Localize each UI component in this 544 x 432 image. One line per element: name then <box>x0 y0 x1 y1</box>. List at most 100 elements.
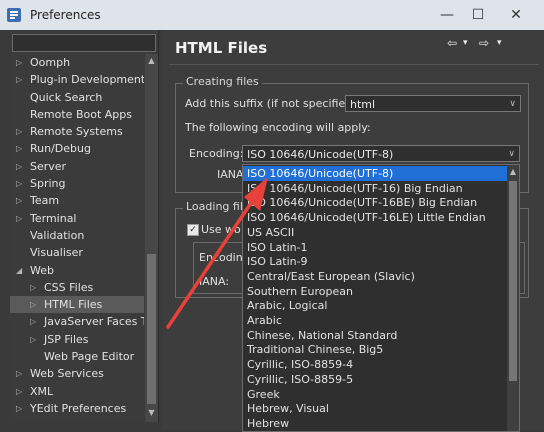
sidebar-item[interactable]: ▷ Server <box>10 158 144 175</box>
forward-arrow-icon[interactable]: ⇨ <box>479 36 489 50</box>
collapsed-arrow-icon[interactable]: ▷ <box>30 331 40 348</box>
collapsed-arrow-icon[interactable]: ▷ <box>16 400 26 417</box>
preferences-app-icon <box>7 8 21 22</box>
close-button[interactable]: ✕ <box>505 4 527 26</box>
sidebar-item[interactable]: ▷ Remote Systems <box>10 123 144 140</box>
suffix-select[interactable]: html ∨ <box>345 95 521 112</box>
sidebar-item-label: XML <box>30 384 54 398</box>
page-title: HTML Files <box>175 39 268 57</box>
sidebar-item[interactable]: ▷ HTML Files <box>10 296 144 314</box>
back-menu-icon[interactable]: ▾ <box>463 38 468 48</box>
sidebar-item[interactable]: ▷ Run/Debug <box>10 140 144 157</box>
sidebar-scrollbar[interactable]: ▲ ▼ <box>145 54 158 422</box>
collapsed-arrow-icon[interactable]: ▷ <box>16 192 26 209</box>
collapsed-arrow-icon[interactable]: ▷ <box>16 140 26 157</box>
scroll-down-icon[interactable]: ▼ <box>145 408 158 420</box>
preferences-sidebar: ▷ Oomph ▷ Plug-in Development Quick Search Re… <box>10 30 159 422</box>
collapsed-arrow-icon[interactable]: ▷ <box>16 210 26 227</box>
sidebar-item[interactable]: ▷ YEdit Preferences <box>10 400 144 417</box>
encoding-option[interactable]: Cyrillic, ISO-8859-4 <box>243 357 509 372</box>
sidebar-item[interactable]: ▷ JavaServer Faces To <box>10 313 144 330</box>
creating-files-legend: Creating files <box>183 75 262 88</box>
preferences-tree: ▷ Oomph ▷ Plug-in Development Quick Search Re… <box>10 54 144 417</box>
sidebar-scroll-thumb[interactable] <box>147 254 156 404</box>
sidebar-item[interactable]: ▷ Spring <box>10 175 144 192</box>
sidebar-item[interactable]: ▷ Terminal <box>10 210 144 227</box>
sidebar-item[interactable]: ▷ Web Services <box>10 365 144 382</box>
sidebar-item-label: Server <box>30 159 67 173</box>
collapsed-arrow-icon[interactable]: ▷ <box>16 175 26 192</box>
loading-iana-label: IANA: <box>199 275 230 288</box>
back-arrow-icon[interactable]: ⇦ <box>447 36 457 50</box>
title-bar: Preferences — ☐ ✕ <box>0 0 544 30</box>
encoding-option[interactable]: Cyrillic, ISO-8859-5 <box>243 372 509 387</box>
encoding-info-label: The following encoding will apply: <box>185 121 371 134</box>
encoding-option[interactable]: Arabic, Logical <box>243 298 509 313</box>
encoding-option[interactable]: Hebrew <box>243 416 509 431</box>
encoding-option[interactable]: Southern European <box>243 284 509 299</box>
use-workspace-encoding-checkbox[interactable]: ✓ <box>187 224 199 236</box>
sidebar-item-label: Web Services <box>30 367 104 381</box>
collapsed-arrow-icon[interactable]: ▷ <box>30 296 40 313</box>
chevron-down-icon: ∨ <box>508 149 515 159</box>
collapsed-arrow-icon[interactable]: ▷ <box>16 71 26 88</box>
sidebar-item[interactable]: ◢ Web <box>10 262 144 279</box>
collapsed-arrow-icon[interactable]: ▷ <box>16 123 26 140</box>
encoding-option[interactable]: ISO Latin-1 <box>243 240 509 255</box>
sidebar-item[interactable]: ▷ JSP Files <box>10 331 144 348</box>
sidebar-item[interactable]: Quick Search <box>10 89 144 106</box>
sidebar-item-label: Validation <box>30 228 85 242</box>
sidebar-item[interactable]: Web Page Editor <box>10 348 144 365</box>
encoding-option[interactable]: US ASCII <box>243 225 509 240</box>
encoding-option[interactable]: Central/East European (Slavic) <box>243 269 509 284</box>
dropdown-scrollbar[interactable]: ▲ <box>507 165 519 431</box>
sidebar-item-label: Remote Boot Apps <box>30 107 132 121</box>
encoding-option[interactable]: ISO 10646/Unicode(UTF-16LE) Little Endia… <box>243 210 509 225</box>
scroll-up-icon[interactable]: ▲ <box>507 167 519 176</box>
encoding-select[interactable]: ISO 10646/Unicode(UTF-8) ∨ <box>242 145 520 162</box>
collapsed-arrow-icon[interactable]: ▷ <box>30 279 40 296</box>
sidebar-item[interactable]: ▷ CSS Files <box>10 279 144 296</box>
sidebar-item-label: JavaServer Faces To <box>44 315 144 329</box>
encoding-option[interactable]: ISO 10646/Unicode(UTF-16) Big Endian <box>243 181 509 196</box>
collapsed-arrow-icon[interactable]: ▷ <box>16 54 26 71</box>
forward-menu-icon[interactable]: ▾ <box>497 38 502 48</box>
window-title: Preferences <box>30 8 101 22</box>
expanded-arrow-icon[interactable]: ◢ <box>16 262 26 279</box>
sidebar-item[interactable]: Remote Boot Apps <box>10 106 144 123</box>
sidebar-item-label: Spring <box>30 177 66 191</box>
sidebar-item[interactable]: ▷ Oomph <box>10 54 144 71</box>
sidebar-item-label: Oomph <box>30 56 71 69</box>
collapsed-arrow-icon[interactable]: ▷ <box>16 365 26 382</box>
sidebar-item-label: Run/Debug <box>30 142 91 156</box>
sidebar-item-label: YEdit Preferences <box>30 401 127 415</box>
encoding-option[interactable]: Hebrew, Visual <box>243 401 509 416</box>
encoding-option[interactable]: ISO Latin-9 <box>243 254 509 269</box>
loading-encoding-label: Encodin <box>199 251 243 264</box>
sidebar-item[interactable]: ▷ Plug-in Development <box>10 71 144 88</box>
encoding-option[interactable]: ISO 10646/Unicode(UTF-8) <box>243 166 509 181</box>
sidebar-item[interactable]: Validation <box>10 227 144 244</box>
encoding-option[interactable]: ISO 10646/Unicode(UTF-16BE) Big Endian <box>243 195 509 210</box>
encoding-option[interactable]: Traditional Chinese, Big5 <box>243 342 509 357</box>
sidebar-item-label: Team <box>30 194 60 208</box>
minimize-button[interactable]: — <box>436 4 458 26</box>
dropdown-scroll-thumb[interactable] <box>509 181 517 381</box>
encoding-dropdown-list[interactable]: ISO 10646/Unicode(UTF-8) ISO 10646/Unicod… <box>242 164 520 432</box>
chevron-down-icon: ∨ <box>509 99 516 109</box>
encoding-option[interactable]: Arabic <box>243 313 509 328</box>
suffix-label: Add this suffix (if not specified): <box>185 97 361 110</box>
sidebar-item[interactable]: ▷ Team <box>10 192 144 209</box>
sidebar-item-label: JSP Files <box>44 332 89 346</box>
collapsed-arrow-icon[interactable]: ▷ <box>16 158 26 175</box>
sidebar-item[interactable]: Visualiser <box>10 244 144 261</box>
sidebar-item-label: Quick Search <box>30 90 103 104</box>
scroll-up-icon[interactable]: ▲ <box>145 56 158 68</box>
collapsed-arrow-icon[interactable]: ▷ <box>30 313 40 330</box>
encoding-option[interactable]: Greek <box>243 387 509 402</box>
filter-input[interactable] <box>12 34 156 52</box>
collapsed-arrow-icon[interactable]: ▷ <box>16 383 26 400</box>
encoding-option[interactable]: Chinese, National Standard <box>243 328 509 343</box>
maximize-button[interactable]: ☐ <box>467 4 489 26</box>
sidebar-item[interactable]: ▷ XML <box>10 383 144 400</box>
